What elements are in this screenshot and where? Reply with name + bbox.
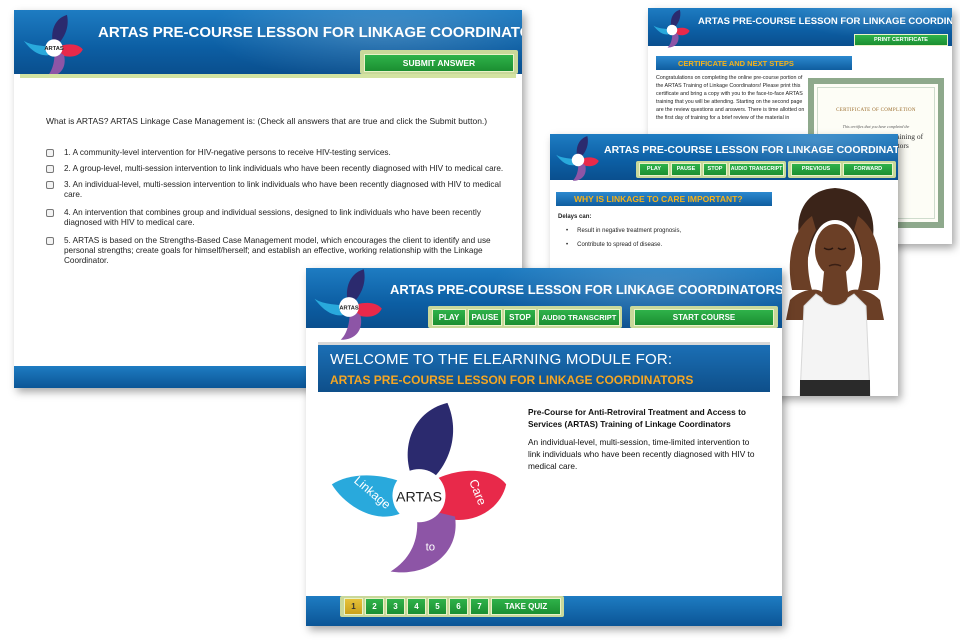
audio-transcript-button[interactable]: AUDIO TRANSCRIPT bbox=[538, 309, 620, 326]
certificate-body-text: Congratulations on completing the online… bbox=[656, 75, 805, 121]
stressed-woman-photo bbox=[772, 180, 898, 396]
page-button-6[interactable]: 6 bbox=[449, 598, 468, 615]
checkbox[interactable] bbox=[46, 149, 54, 157]
take-quiz-button[interactable]: TAKE QUIZ bbox=[491, 598, 561, 615]
answer-option[interactable]: 3. An individual-level, multi-session in… bbox=[46, 180, 516, 200]
play-button[interactable]: PLAY bbox=[639, 163, 669, 176]
delays-label: Delays can: bbox=[558, 214, 592, 220]
stop-button[interactable]: STOP bbox=[703, 163, 727, 176]
window-title: ARTAS PRE-COURSE LESSON FOR LINKAGE COOR… bbox=[604, 144, 898, 156]
window-title: ARTAS PRE-COURSE LESSON FOR LINKAGE COOR… bbox=[698, 16, 952, 27]
certificate-title: CERTIFICATE OF COMPLETION bbox=[836, 108, 916, 113]
bullet-item: Contribute to spread of disease. bbox=[566, 242, 662, 248]
certificate-subtitle: This certifies that you have completed t… bbox=[842, 124, 910, 129]
answer-option[interactable]: 1. A community-level intervention for HI… bbox=[46, 148, 516, 158]
print-certificate-button[interactable]: PRINT CERTIFICATE bbox=[854, 34, 948, 46]
welcome-banner: WELCOME TO THE ELEARNING MODULE FOR: ART… bbox=[318, 342, 770, 392]
pause-button[interactable]: PAUSE bbox=[468, 309, 502, 326]
welcome-heading: WELCOME TO THE ELEARNING MODULE FOR: bbox=[330, 351, 673, 368]
checkbox[interactable] bbox=[46, 165, 54, 173]
artas-logo-icon: ARTAS bbox=[314, 269, 382, 340]
page-button-4[interactable]: 4 bbox=[407, 598, 426, 615]
answer-option[interactable]: 2. A group-level, multi-session interven… bbox=[46, 164, 516, 174]
forward-button[interactable]: FORWARD bbox=[843, 163, 893, 176]
previous-button[interactable]: PREVIOUS bbox=[791, 163, 841, 176]
section-title-bar: CERTIFICATE AND NEXT STEPS bbox=[656, 56, 852, 70]
intro-title: Pre-Course for Anti-Retroviral Treatment… bbox=[528, 407, 746, 429]
welcome-window: ARTAS ARTAS PRE-COURSE LESSON FOR LINKAG… bbox=[306, 268, 782, 626]
screenshot-collage: ARTAS ARTAS PRE-COURSE LESSON FOR LINKAG… bbox=[0, 0, 960, 640]
section-title-bar: WHY IS LINKAGE TO CARE IMPORTANT? bbox=[556, 192, 802, 206]
artas-logo-icon bbox=[653, 9, 690, 48]
page-button-5[interactable]: 5 bbox=[428, 598, 447, 615]
intro-description: An individual-level, multi-session, time… bbox=[528, 437, 755, 471]
play-button[interactable]: PLAY bbox=[432, 309, 466, 326]
answer-option[interactable]: 4. An intervention that combines group a… bbox=[46, 208, 516, 228]
audio-transcript-button[interactable]: AUDIO TRANSCRIPT bbox=[729, 163, 784, 176]
stop-button[interactable]: STOP bbox=[504, 309, 536, 326]
welcome-subheading: ARTAS PRE-COURSE LESSON FOR LINKAGE COOR… bbox=[330, 373, 694, 387]
pause-button[interactable]: PAUSE bbox=[671, 163, 701, 176]
page-button-2[interactable]: 2 bbox=[365, 598, 384, 615]
artas-logo-icon bbox=[556, 136, 599, 181]
start-course-button[interactable]: START COURSE bbox=[634, 309, 774, 326]
checkbox[interactable] bbox=[46, 181, 54, 189]
page-button-1[interactable]: 1 bbox=[344, 598, 363, 615]
logo-center-text: ARTAS bbox=[339, 305, 359, 311]
page-button-7[interactable]: 7 bbox=[470, 598, 489, 615]
answer-option[interactable]: 5. ARTAS is based on the Strengths-Based… bbox=[46, 236, 516, 266]
window-title: ARTAS PRE-COURSE LESSON FOR LINKAGE COOR… bbox=[390, 282, 782, 297]
checkbox[interactable] bbox=[46, 209, 54, 217]
artas-large-logo-icon: ARTAS Linkage Care to bbox=[331, 402, 507, 573]
logo-to-text: to bbox=[426, 542, 435, 554]
question-text: What is ARTAS? ARTAS Linkage Case Manage… bbox=[46, 116, 488, 126]
window-title: ARTAS PRE-COURSE LESSON FOR LINKAGE COOR… bbox=[98, 24, 522, 41]
logo-center-text: ARTAS bbox=[396, 489, 442, 505]
checkbox[interactable] bbox=[46, 237, 54, 245]
page-button-3[interactable]: 3 bbox=[386, 598, 405, 615]
logo-center-text: ARTAS bbox=[44, 46, 64, 52]
submit-answer-button[interactable]: SUBMIT ANSWER bbox=[364, 54, 514, 72]
bullet-item: Result in negative treatment prognosis, bbox=[566, 228, 681, 234]
